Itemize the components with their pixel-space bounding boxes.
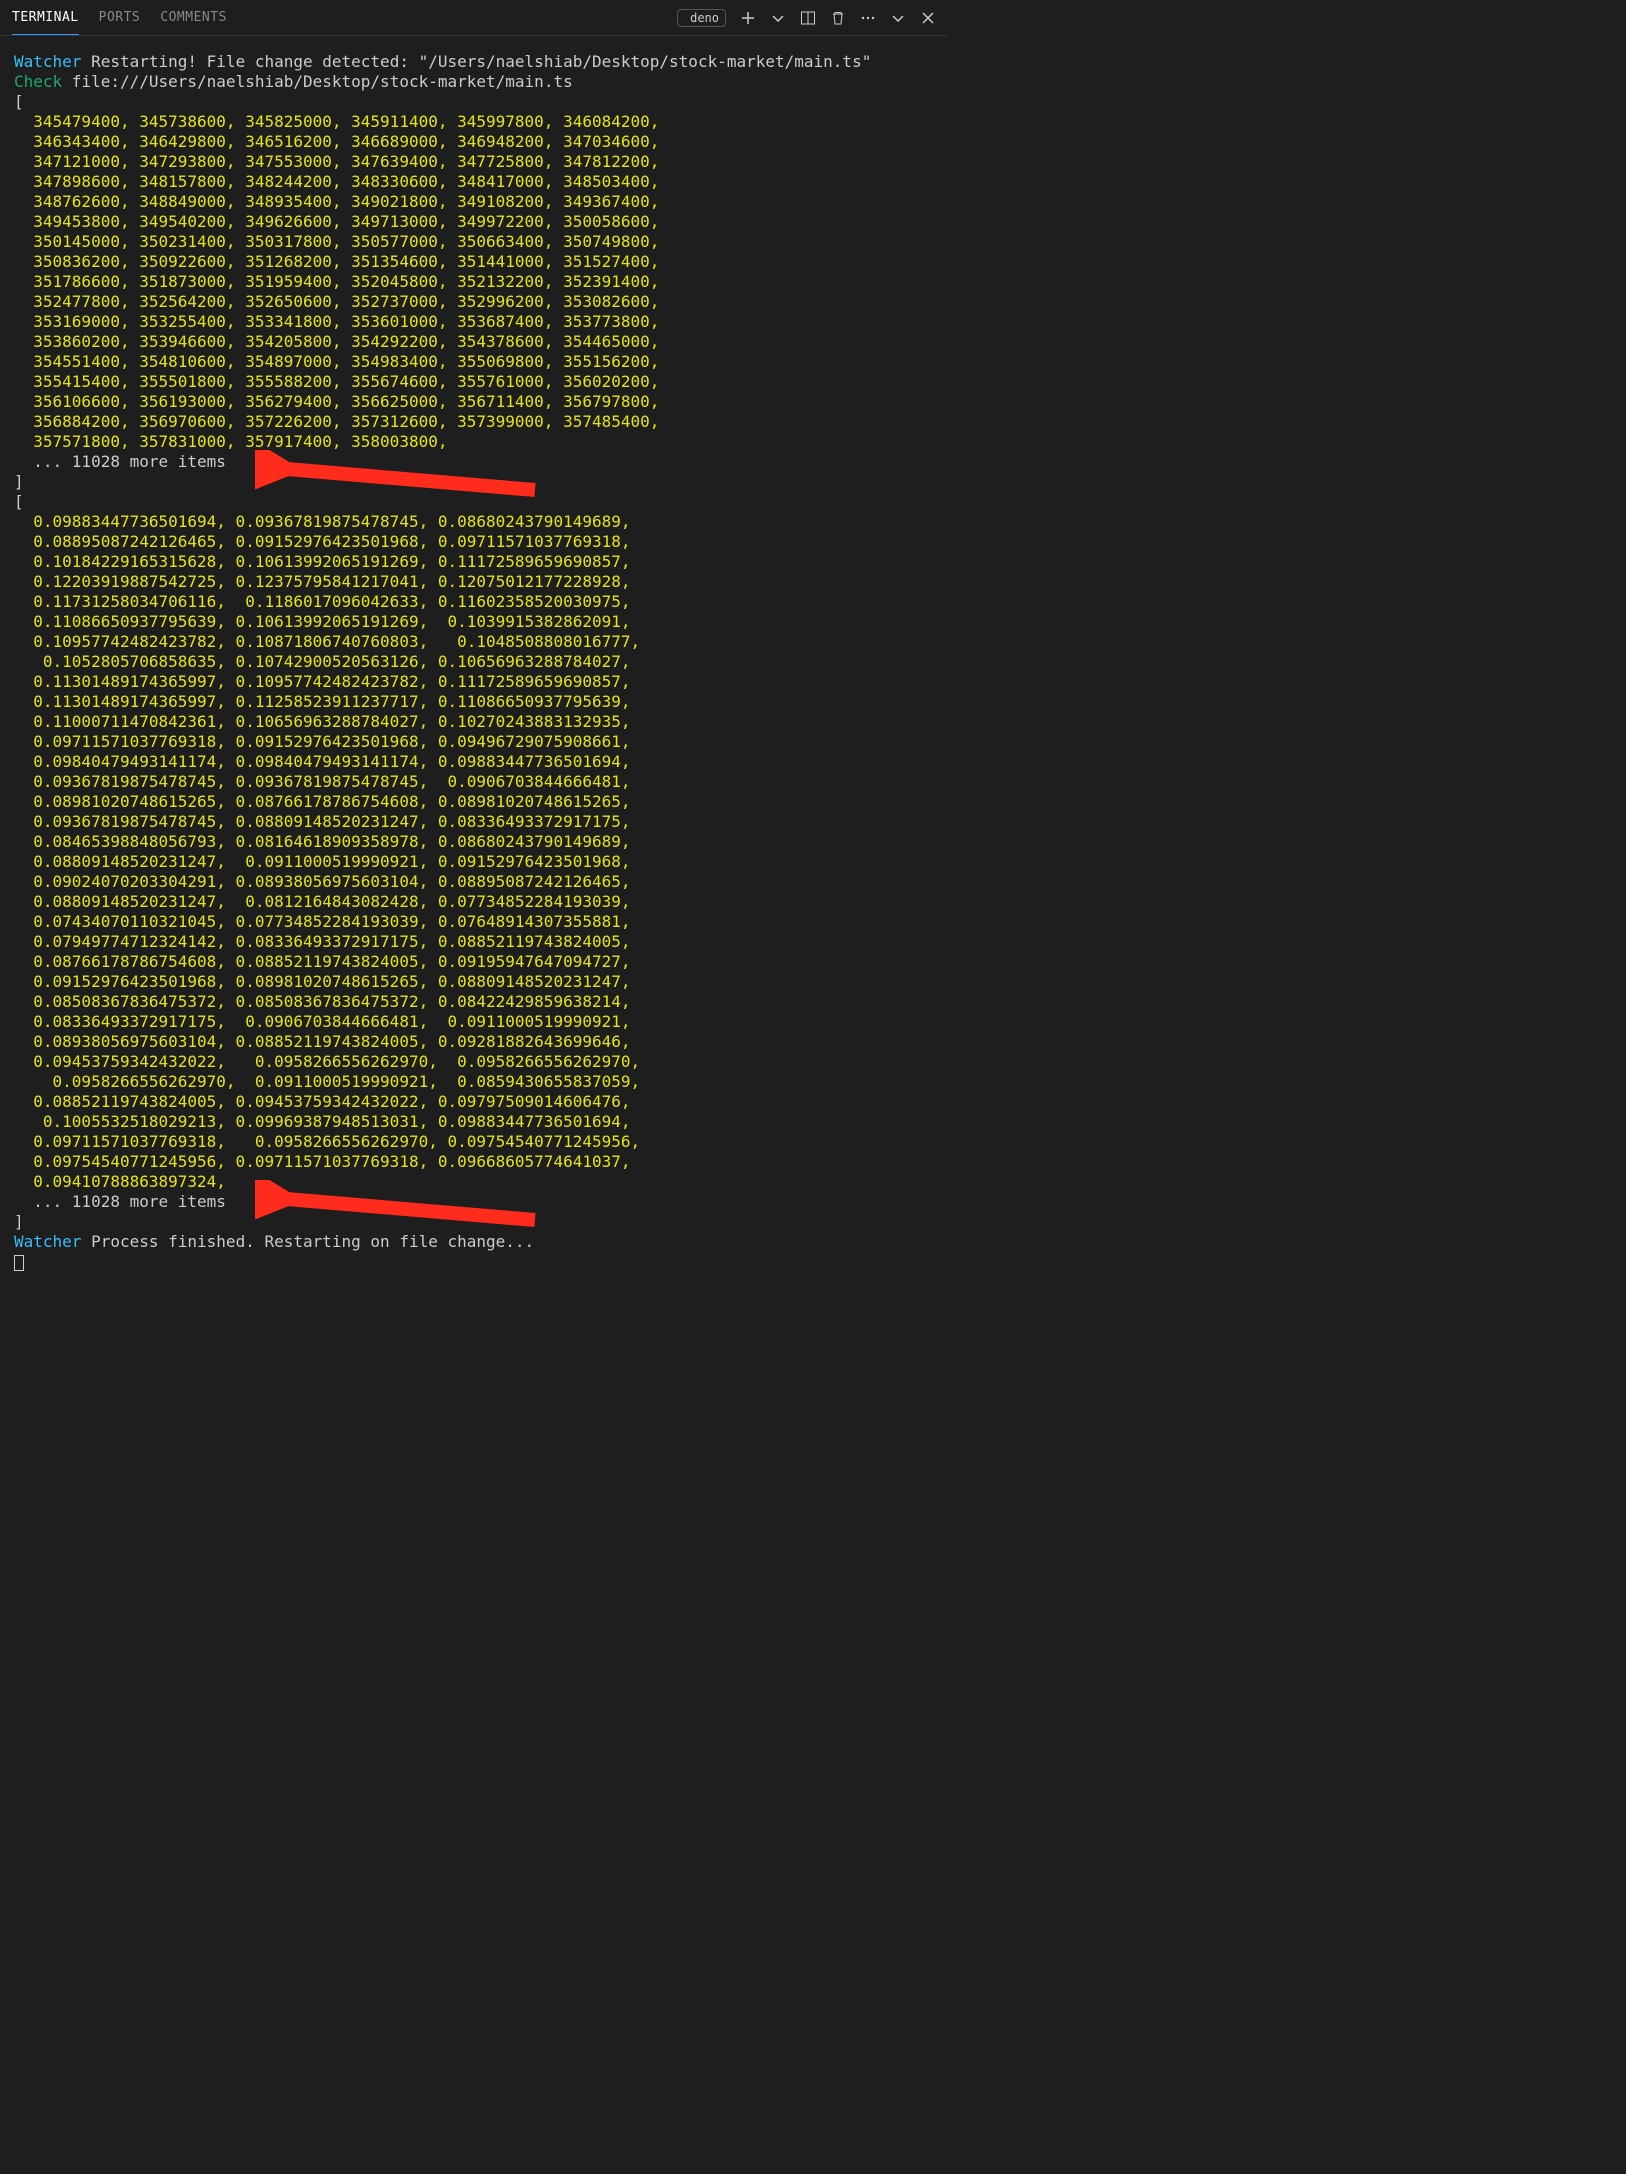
array-row: 353860200, 353946600, 354205800, 3542922… [33, 332, 659, 351]
array-row: 0.09711571037769318, 0.09152976423501968… [33, 732, 630, 751]
more-actions-button[interactable] [860, 10, 876, 26]
array-close: ] [14, 1212, 24, 1231]
array-row: 0.09453759342432022, 0.0958266556262970,… [33, 1052, 640, 1071]
array-row: 347121000, 347293800, 347553000, 3476394… [33, 152, 659, 171]
check-label: Check [14, 72, 62, 91]
panel-tab-bar: TERMINAL PORTS COMMENTS deno [0, 0, 948, 36]
array-row: 0.08895087242126465, 0.09152976423501968… [33, 532, 630, 551]
array-row: 0.10184229165315628, 0.10613992065191269… [33, 552, 630, 571]
close-panel-button[interactable] [920, 10, 936, 26]
array-row: 355415400, 355501800, 355588200, 3556746… [33, 372, 659, 391]
array-row: 0.07434070110321045, 0.07734852284193039… [33, 912, 630, 931]
terminal-cursor [14, 1255, 24, 1271]
tab-ports[interactable]: PORTS [99, 1, 141, 34]
new-terminal-button[interactable] [740, 10, 756, 26]
array-row: 0.11301489174365997, 0.10957742482423782… [33, 672, 630, 691]
more-items: ... 11028 more items [33, 452, 226, 471]
array-row: 0.08938056975603104, 0.08852119743824005… [33, 1032, 630, 1051]
terminal-output[interactable]: Watcher Restarting! File change detected… [0, 36, 948, 1288]
array-row: 346343400, 346429800, 346516200, 3466890… [33, 132, 659, 151]
array-row: 356884200, 356970600, 357226200, 3573126… [33, 412, 659, 431]
array-open: [ [14, 92, 24, 111]
array-row: 0.10957742482423782, 0.10871806740760803… [33, 632, 640, 651]
watcher-label: Watcher [14, 1232, 81, 1251]
array-row: 0.1005532518029213, 0.09969387948513031,… [33, 1112, 630, 1131]
array-row: 0.09840479493141174, 0.09840479493141174… [33, 752, 630, 771]
watcher-finished-msg: Process finished. Restarting on file cha… [81, 1232, 534, 1251]
split-terminal-button[interactable] [800, 10, 816, 26]
array-row: 352477800, 352564200, 352650600, 3527370… [33, 292, 659, 311]
chevron-down-icon [770, 10, 786, 26]
array-row: 357571800, 357831000, 357917400, 3580038… [33, 432, 447, 451]
maximize-panel-button[interactable] [890, 10, 906, 26]
deno-label: deno [690, 11, 719, 25]
array-row: 0.08809148520231247, 0.0911000519990921,… [33, 852, 630, 871]
array-row: 0.11086650937795639, 0.10613992065191269… [33, 612, 630, 631]
array-row: 0.09367819875478745, 0.08809148520231247… [33, 812, 630, 831]
panel-toolbar: deno [677, 9, 936, 27]
array-row: 0.11301489174365997, 0.11258523911237717… [33, 692, 630, 711]
array-row: 0.08809148520231247, 0.0812164843082428,… [33, 892, 630, 911]
check-path: file:///Users/naelshiab/Desktop/stock-ma… [62, 72, 573, 91]
array-row: 0.08336493372917175, 0.0906703844666481,… [33, 1012, 630, 1031]
close-icon [920, 10, 936, 26]
chevron-down-icon [890, 10, 906, 26]
array-row: 0.0958266556262970, 0.0911000519990921, … [33, 1072, 640, 1091]
terminal-profile-deno[interactable]: deno [677, 9, 726, 27]
array-close: ] [14, 472, 24, 491]
array-row: 0.09711571037769318, 0.0958266556262970,… [33, 1132, 640, 1151]
array-row: 0.11731258034706116, 0.1186017096042633,… [33, 592, 630, 611]
array-row: 0.09152976423501968, 0.08981020748615265… [33, 972, 630, 991]
array-row: 0.08981020748615265, 0.08766178786754608… [33, 792, 630, 811]
array-row: 0.09367819875478745, 0.09367819875478745… [33, 772, 630, 791]
array-row: 356106600, 356193000, 356279400, 3566250… [33, 392, 659, 411]
array-row: 0.09410788863897324, [33, 1172, 226, 1191]
array-row: 0.12203919887542725, 0.12375795841217041… [33, 572, 630, 591]
array-row: 0.08465398848056793, 0.08164618909358978… [33, 832, 630, 851]
array-row: 347898600, 348157800, 348244200, 3483306… [33, 172, 659, 191]
array-row: 348762600, 348849000, 348935400, 3490218… [33, 192, 659, 211]
array-row: 349453800, 349540200, 349626600, 3497130… [33, 212, 659, 231]
array-row: 0.08852119743824005, 0.09453759342432022… [33, 1092, 630, 1111]
tab-comments[interactable]: COMMENTS [160, 1, 227, 34]
array-row: 0.09754540771245956, 0.09711571037769318… [33, 1152, 630, 1171]
watcher-label: Watcher [14, 52, 81, 71]
array-row: 345479400, 345738600, 345825000, 3459114… [33, 112, 659, 131]
array-row: 354551400, 354810600, 354897000, 3549834… [33, 352, 659, 371]
tab-terminal[interactable]: TERMINAL [12, 1, 79, 35]
watcher-restart-msg: Restarting! File change detected: "/User… [81, 52, 871, 71]
trash-icon [830, 10, 846, 26]
array-row: 0.09883447736501694, 0.09367819875478745… [33, 512, 630, 531]
array-row: 0.1052805706858635, 0.10742900520563126,… [33, 652, 630, 671]
array-row: 0.09024070203304291, 0.08938056975603104… [33, 872, 630, 891]
array-row: 351786600, 351873000, 351959400, 3520458… [33, 272, 659, 291]
kill-terminal-button[interactable] [830, 10, 846, 26]
array-row: 0.11000711470842361, 0.10656963288784027… [33, 712, 630, 731]
split-terminal-dropdown[interactable] [770, 10, 786, 26]
array-row: 0.08766178786754608, 0.08852119743824005… [33, 952, 630, 971]
array-row: 350836200, 350922600, 351268200, 3513546… [33, 252, 659, 271]
array-row: 0.08508367836475372, 0.08508367836475372… [33, 992, 630, 1011]
array-row: 0.07949774712324142, 0.08336493372917175… [33, 932, 630, 951]
split-icon [800, 10, 816, 26]
array-row: 350145000, 350231400, 350317800, 3505770… [33, 232, 659, 251]
plus-icon [740, 10, 756, 26]
ellipsis-icon [860, 10, 876, 26]
array-open: [ [14, 492, 24, 511]
more-items: ... 11028 more items [33, 1192, 226, 1211]
array-row: 353169000, 353255400, 353341800, 3536010… [33, 312, 659, 331]
